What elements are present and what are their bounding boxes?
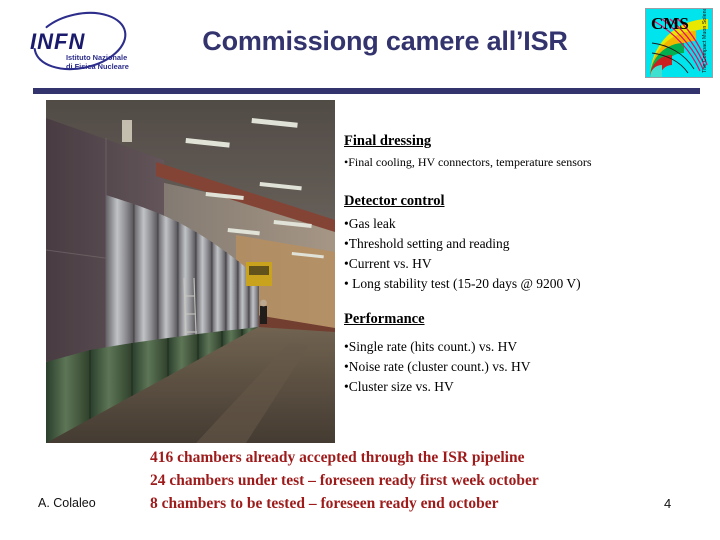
- bullet-item: •Noise rate (cluster count.) vs. HV: [344, 359, 531, 374]
- header-divider: [33, 88, 700, 94]
- svg-text:INFN: INFN: [30, 29, 85, 54]
- hall-photo: [46, 100, 335, 443]
- author-name: A. Colaleo: [38, 496, 96, 510]
- page-title: Commissiong camere all’ISR: [202, 26, 568, 56]
- summary-block: 416 chambers already accepted through th…: [150, 446, 620, 515]
- svg-text:The Compact Muon Solenoid: The Compact Muon Solenoid: [702, 9, 708, 73]
- bullet-list: •Single rate (hits count.) vs. HV •Noise…: [344, 337, 704, 397]
- bullet-item: •Current vs. HV: [344, 256, 432, 271]
- section-heading: Performance: [344, 311, 425, 327]
- summary-line: 416 chambers already accepted through th…: [150, 449, 525, 466]
- svg-text:di Fisica Nucleare: di Fisica Nucleare: [66, 62, 129, 71]
- svg-text:Istituto Nazionale: Istituto Nazionale: [66, 53, 127, 62]
- cms-logo: CMS The Compact Muon Solenoid: [645, 8, 713, 78]
- section-heading: Final dressing: [344, 133, 432, 149]
- infn-logo: INFN Istituto Nazionale di Fisica Nuclea…: [22, 6, 147, 78]
- bullet-list: •Gas leak •Threshold setting and reading…: [344, 214, 704, 294]
- section-final-dressing: Final dressing •Final cooling, HV connec…: [344, 133, 704, 170]
- bullet-item: •Final cooling, HV connectors, temperatu…: [344, 155, 592, 169]
- section-detector-control: Detector control •Gas leak •Threshold se…: [344, 193, 704, 294]
- bullet-item: •Gas leak: [344, 216, 396, 231]
- summary-line: 24 chambers under test – foreseen ready …: [150, 472, 539, 489]
- bullet-item: •Cluster size vs. HV: [344, 379, 454, 394]
- section-heading: Detector control: [344, 193, 445, 209]
- section-performance: Performance •Single rate (hits count.) v…: [344, 311, 704, 397]
- summary-line: 8 chambers to be tested – foreseen ready…: [150, 495, 499, 512]
- svg-text:CMS: CMS: [651, 14, 689, 33]
- bullet-item: •Single rate (hits count.) vs. HV: [344, 339, 518, 354]
- bullet-item: • Long stability test (15-20 days @ 9200…: [344, 276, 581, 291]
- page-number: 4: [664, 496, 672, 511]
- bullet-item: •Threshold setting and reading: [344, 236, 510, 251]
